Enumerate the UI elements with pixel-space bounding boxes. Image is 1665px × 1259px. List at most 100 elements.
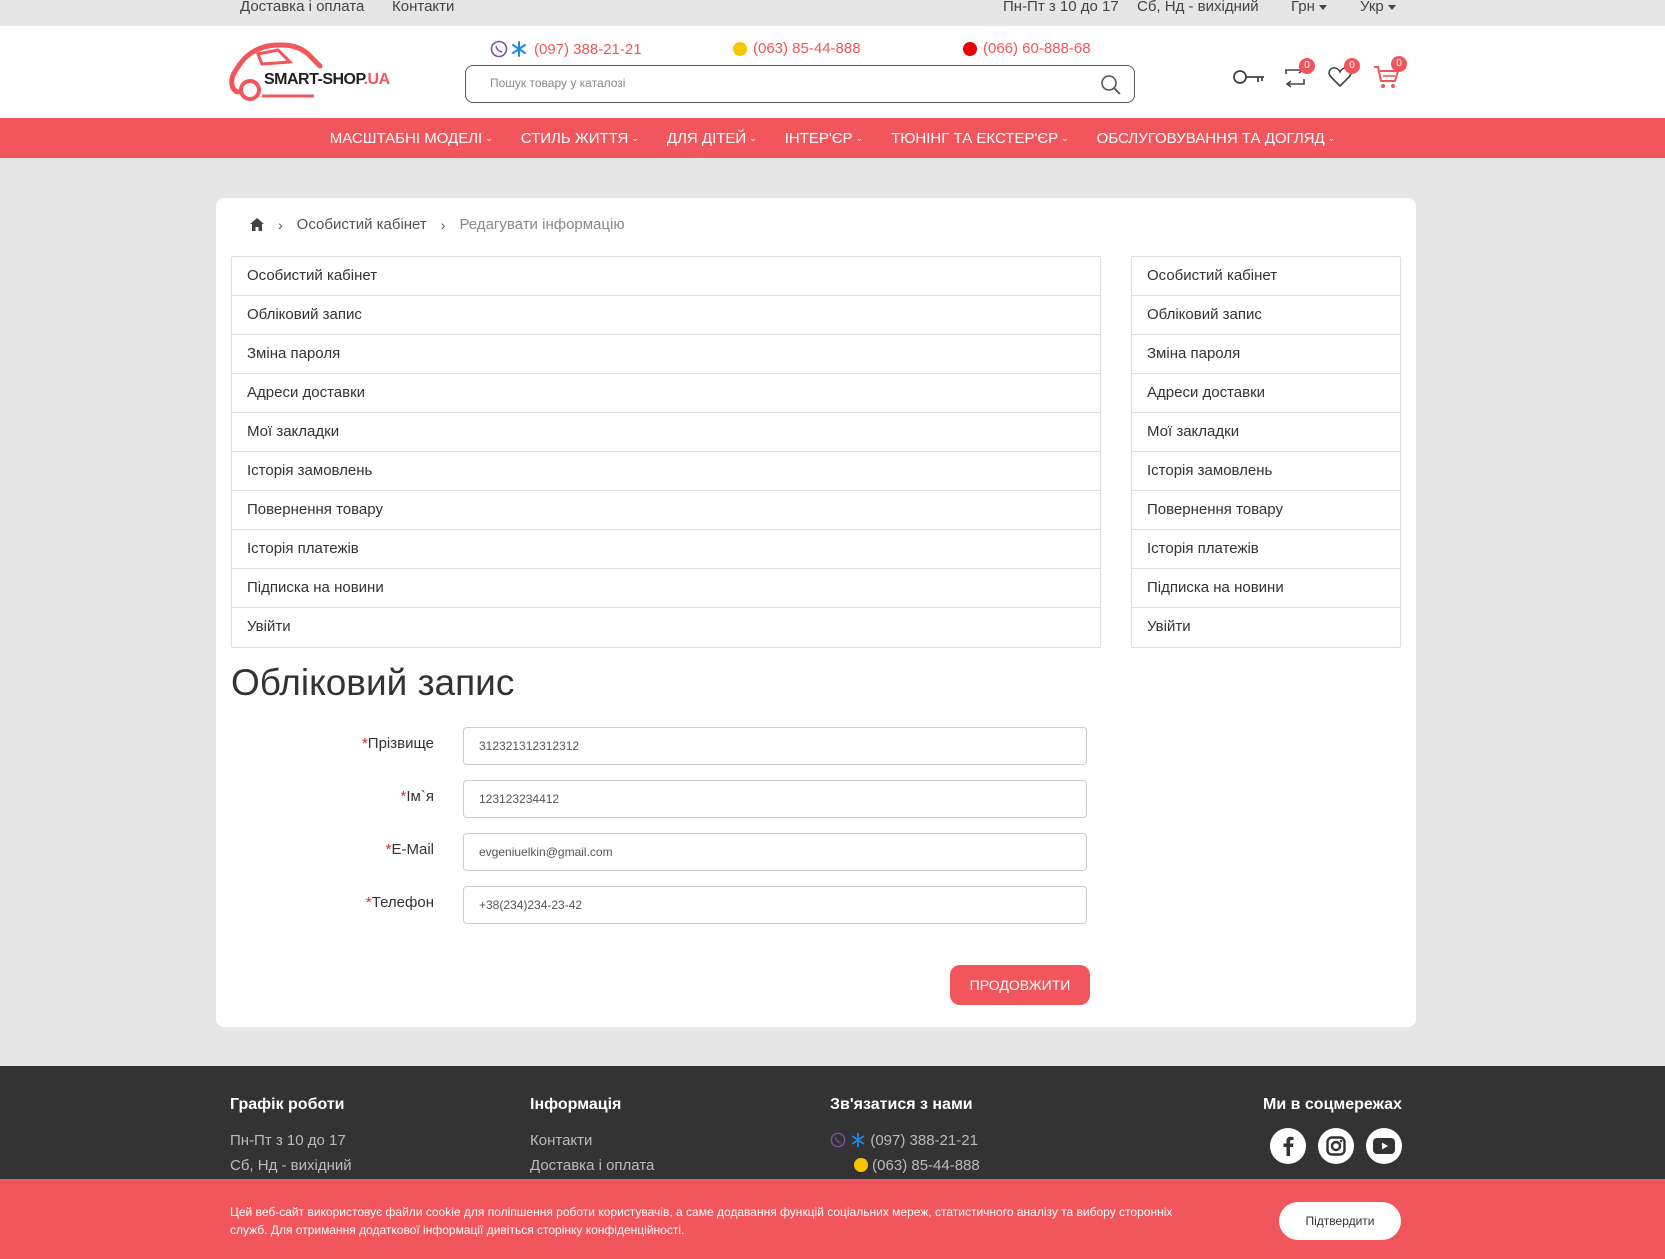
login-key-button[interactable] bbox=[1232, 68, 1266, 91]
logo-main: SMART-SHOP bbox=[264, 71, 364, 88]
sidebar-menu-item[interactable]: Історія замовлень bbox=[1132, 452, 1400, 491]
youtube-button[interactable] bbox=[1366, 1128, 1402, 1164]
footer-phone-lifecell[interactable]: (063) 85-44-888 bbox=[830, 1157, 980, 1174]
footer-schedule-line: Сб, Нд - вихідний bbox=[230, 1157, 352, 1174]
nav-label: ОБСЛУГОВУВАННЯ ТА ДОГЛЯД bbox=[1096, 129, 1325, 147]
firstname-field[interactable] bbox=[463, 780, 1087, 818]
breadcrumb-account[interactable]: Особистий кабінет bbox=[297, 216, 427, 233]
nav-label: СТИЛЬ ЖИТТЯ bbox=[520, 129, 629, 147]
viber-icon bbox=[490, 40, 508, 58]
footer-info: Інформація Контакти Доставка і оплата bbox=[530, 1096, 654, 1182]
nav-label: МАСШТАБНІ МОДЕЛІ bbox=[329, 129, 483, 147]
footer-contact: Зв'язатися з нами (097) 388-21-21 (063) … bbox=[830, 1096, 980, 1182]
wishlist-button[interactable]: 0 bbox=[1328, 58, 1360, 93]
nav-label: ІНТЕР'ЄР bbox=[784, 129, 853, 147]
cookie-text: Цей веб-сайт використовує файли cookie д… bbox=[230, 1205, 1173, 1237]
footer-link-contacts[interactable]: Контакти bbox=[530, 1132, 654, 1149]
footer-phone-kyivstar[interactable]: (097) 388-21-21 bbox=[830, 1132, 980, 1149]
phone-vodafone[interactable]: (066) 60-888-68 bbox=[963, 40, 1091, 57]
content-card: › Особистий кабінет › Редагувати інформа… bbox=[216, 198, 1416, 1027]
nav-item-lifestyle[interactable]: СТИЛЬ ЖИТТЯ ⌄ bbox=[507, 130, 653, 147]
form-row-email: *E-Mail bbox=[216, 833, 1416, 871]
lifecell-icon bbox=[854, 1158, 868, 1172]
account-menu-item[interactable]: Історія платежів bbox=[232, 530, 1100, 569]
instagram-icon bbox=[1326, 1136, 1346, 1156]
form-row-lastname: *Прізвище bbox=[216, 727, 1416, 765]
account-menu-item[interactable]: Зміна пароля bbox=[232, 335, 1100, 374]
sidebar-menu-item[interactable]: Зміна пароля bbox=[1132, 335, 1400, 374]
footer-schedule-line: Пн-Пт з 10 до 17 bbox=[230, 1132, 346, 1149]
account-menu-item[interactable]: Повернення товару bbox=[232, 491, 1100, 530]
footer-social: Ми в соцмережах bbox=[1263, 1096, 1402, 1132]
lastname-label: *Прізвище bbox=[362, 735, 434, 752]
phone-number: (066) 60-888-68 bbox=[983, 40, 1091, 57]
home-icon[interactable] bbox=[250, 218, 264, 231]
breadcrumb-separator: › bbox=[278, 216, 283, 233]
email-field[interactable] bbox=[463, 833, 1087, 871]
site-logo[interactable]: SMART-SHOP.UA bbox=[228, 40, 398, 104]
phone-lifecell[interactable]: (063) 85-44-888 bbox=[733, 40, 861, 57]
currency-label: Грн bbox=[1291, 0, 1315, 15]
nav-label: ТЮНІНГ ТА ЕКСТЕР'ЄР bbox=[891, 129, 1059, 147]
nav-item-interior[interactable]: ІНТЕР'ЄР ⌄ bbox=[771, 130, 877, 147]
cookie-confirm-button[interactable]: Підтвердити bbox=[1279, 1202, 1401, 1240]
instagram-button[interactable] bbox=[1318, 1128, 1354, 1164]
caret-down-icon bbox=[1387, 4, 1396, 10]
account-menu-item[interactable]: Адреси доставки bbox=[232, 374, 1100, 413]
account-menu-item[interactable]: Підписка на новини bbox=[232, 569, 1100, 608]
chevron-down-icon: ⌄ bbox=[749, 132, 757, 143]
account-menu-item[interactable]: Мої закладки bbox=[232, 413, 1100, 452]
sidebar-menu-item[interactable]: Підписка на новини bbox=[1132, 569, 1400, 608]
main-nav: МАСШТАБНІ МОДЕЛІ ⌄ СТИЛЬ ЖИТТЯ ⌄ ДЛЯ ДІТЕЙ… bbox=[0, 118, 1665, 158]
nav-item-service[interactable]: ОБСЛУГОВУВАННЯ ТА ДОГЛЯД ⌄ bbox=[1083, 130, 1350, 147]
hours-weekdays: Пн-Пт з 10 до 17 bbox=[1003, 0, 1119, 15]
sidebar-menu-item[interactable]: Особистий кабінет bbox=[1132, 257, 1400, 296]
language-dropdown[interactable]: Укр bbox=[1360, 0, 1396, 15]
search-input[interactable] bbox=[490, 76, 1070, 90]
contacts-link[interactable]: Контакти bbox=[392, 0, 454, 15]
facebook-button[interactable] bbox=[1270, 1128, 1306, 1164]
sidebar-menu-item[interactable]: Повернення товару bbox=[1132, 491, 1400, 530]
lifecell-icon bbox=[733, 41, 747, 56]
sidebar-menu-item[interactable]: Адреси доставки bbox=[1132, 374, 1400, 413]
sidebar-menu-item[interactable]: Обліковий запис bbox=[1132, 296, 1400, 335]
footer-link-delivery[interactable]: Доставка і оплата bbox=[530, 1157, 654, 1174]
nav-item-tuning[interactable]: ТЮНІНГ ТА ЕКСТЕР'ЄР ⌄ bbox=[877, 130, 1083, 147]
sidebar-menu-item[interactable]: Мої закладки bbox=[1132, 413, 1400, 452]
key-icon bbox=[1233, 70, 1264, 84]
account-menu-item[interactable]: Обліковий запис bbox=[232, 296, 1100, 335]
footer-schedule-title: Графік роботи bbox=[230, 1096, 345, 1113]
continue-button[interactable]: ПРОДОВЖИТИ bbox=[950, 965, 1090, 1005]
sidebar-menu-item[interactable]: Історія платежів bbox=[1132, 530, 1400, 569]
form-row-phone: *Телефон bbox=[216, 886, 1416, 924]
nav-item-kids[interactable]: ДЛЯ ДІТЕЙ ⌄ bbox=[653, 130, 771, 147]
footer-schedule: Графік роботи Пн-Пт з 10 до 17 Сб, Нд - … bbox=[230, 1096, 352, 1182]
currency-dropdown[interactable]: Грн bbox=[1291, 0, 1327, 15]
account-menu-item[interactable]: Особистий кабінет bbox=[232, 257, 1100, 296]
search-icon[interactable] bbox=[1100, 74, 1122, 96]
phone-label: *Телефон bbox=[366, 894, 434, 911]
compare-button[interactable]: 0 bbox=[1283, 58, 1315, 93]
account-menu-item[interactable]: Увійти bbox=[232, 608, 1100, 647]
chevron-down-icon: ⌄ bbox=[631, 132, 639, 143]
nav-item-scale-models[interactable]: МАСШТАБНІ МОДЕЛІ ⌄ bbox=[316, 130, 507, 147]
phone-number: (097) 388-21-21 bbox=[870, 1132, 978, 1149]
nav-label: ДЛЯ ДІТЕЙ bbox=[666, 129, 747, 147]
phone-number: (063) 85-44-888 bbox=[872, 1157, 980, 1174]
cart-button[interactable]: 0 bbox=[1373, 56, 1407, 95]
breadcrumb: › Особистий кабінет › Редагувати інформа… bbox=[250, 216, 625, 233]
footer-info-title: Інформація bbox=[530, 1096, 622, 1113]
logo-text: SMART-SHOP.UA bbox=[264, 71, 390, 89]
breadcrumb-current: Редагувати інформацію bbox=[459, 216, 625, 233]
kyivstar-icon bbox=[851, 1132, 865, 1148]
account-menu-item[interactable]: Історія замовлень bbox=[232, 452, 1100, 491]
delivery-link[interactable]: Доставка і оплата bbox=[240, 0, 364, 15]
viber-icon bbox=[830, 1132, 846, 1148]
phone-kyivstar[interactable]: (097) 388-21-21 bbox=[490, 40, 642, 58]
phone-field[interactable] bbox=[463, 886, 1087, 924]
firstname-label: *Ім`я bbox=[401, 788, 434, 805]
chevron-down-icon: ⌄ bbox=[1327, 132, 1336, 143]
sidebar-menu-item[interactable]: Увійти bbox=[1132, 608, 1400, 647]
lastname-field[interactable] bbox=[463, 727, 1087, 765]
footer-social-title: Ми в соцмережах bbox=[1263, 1096, 1402, 1113]
